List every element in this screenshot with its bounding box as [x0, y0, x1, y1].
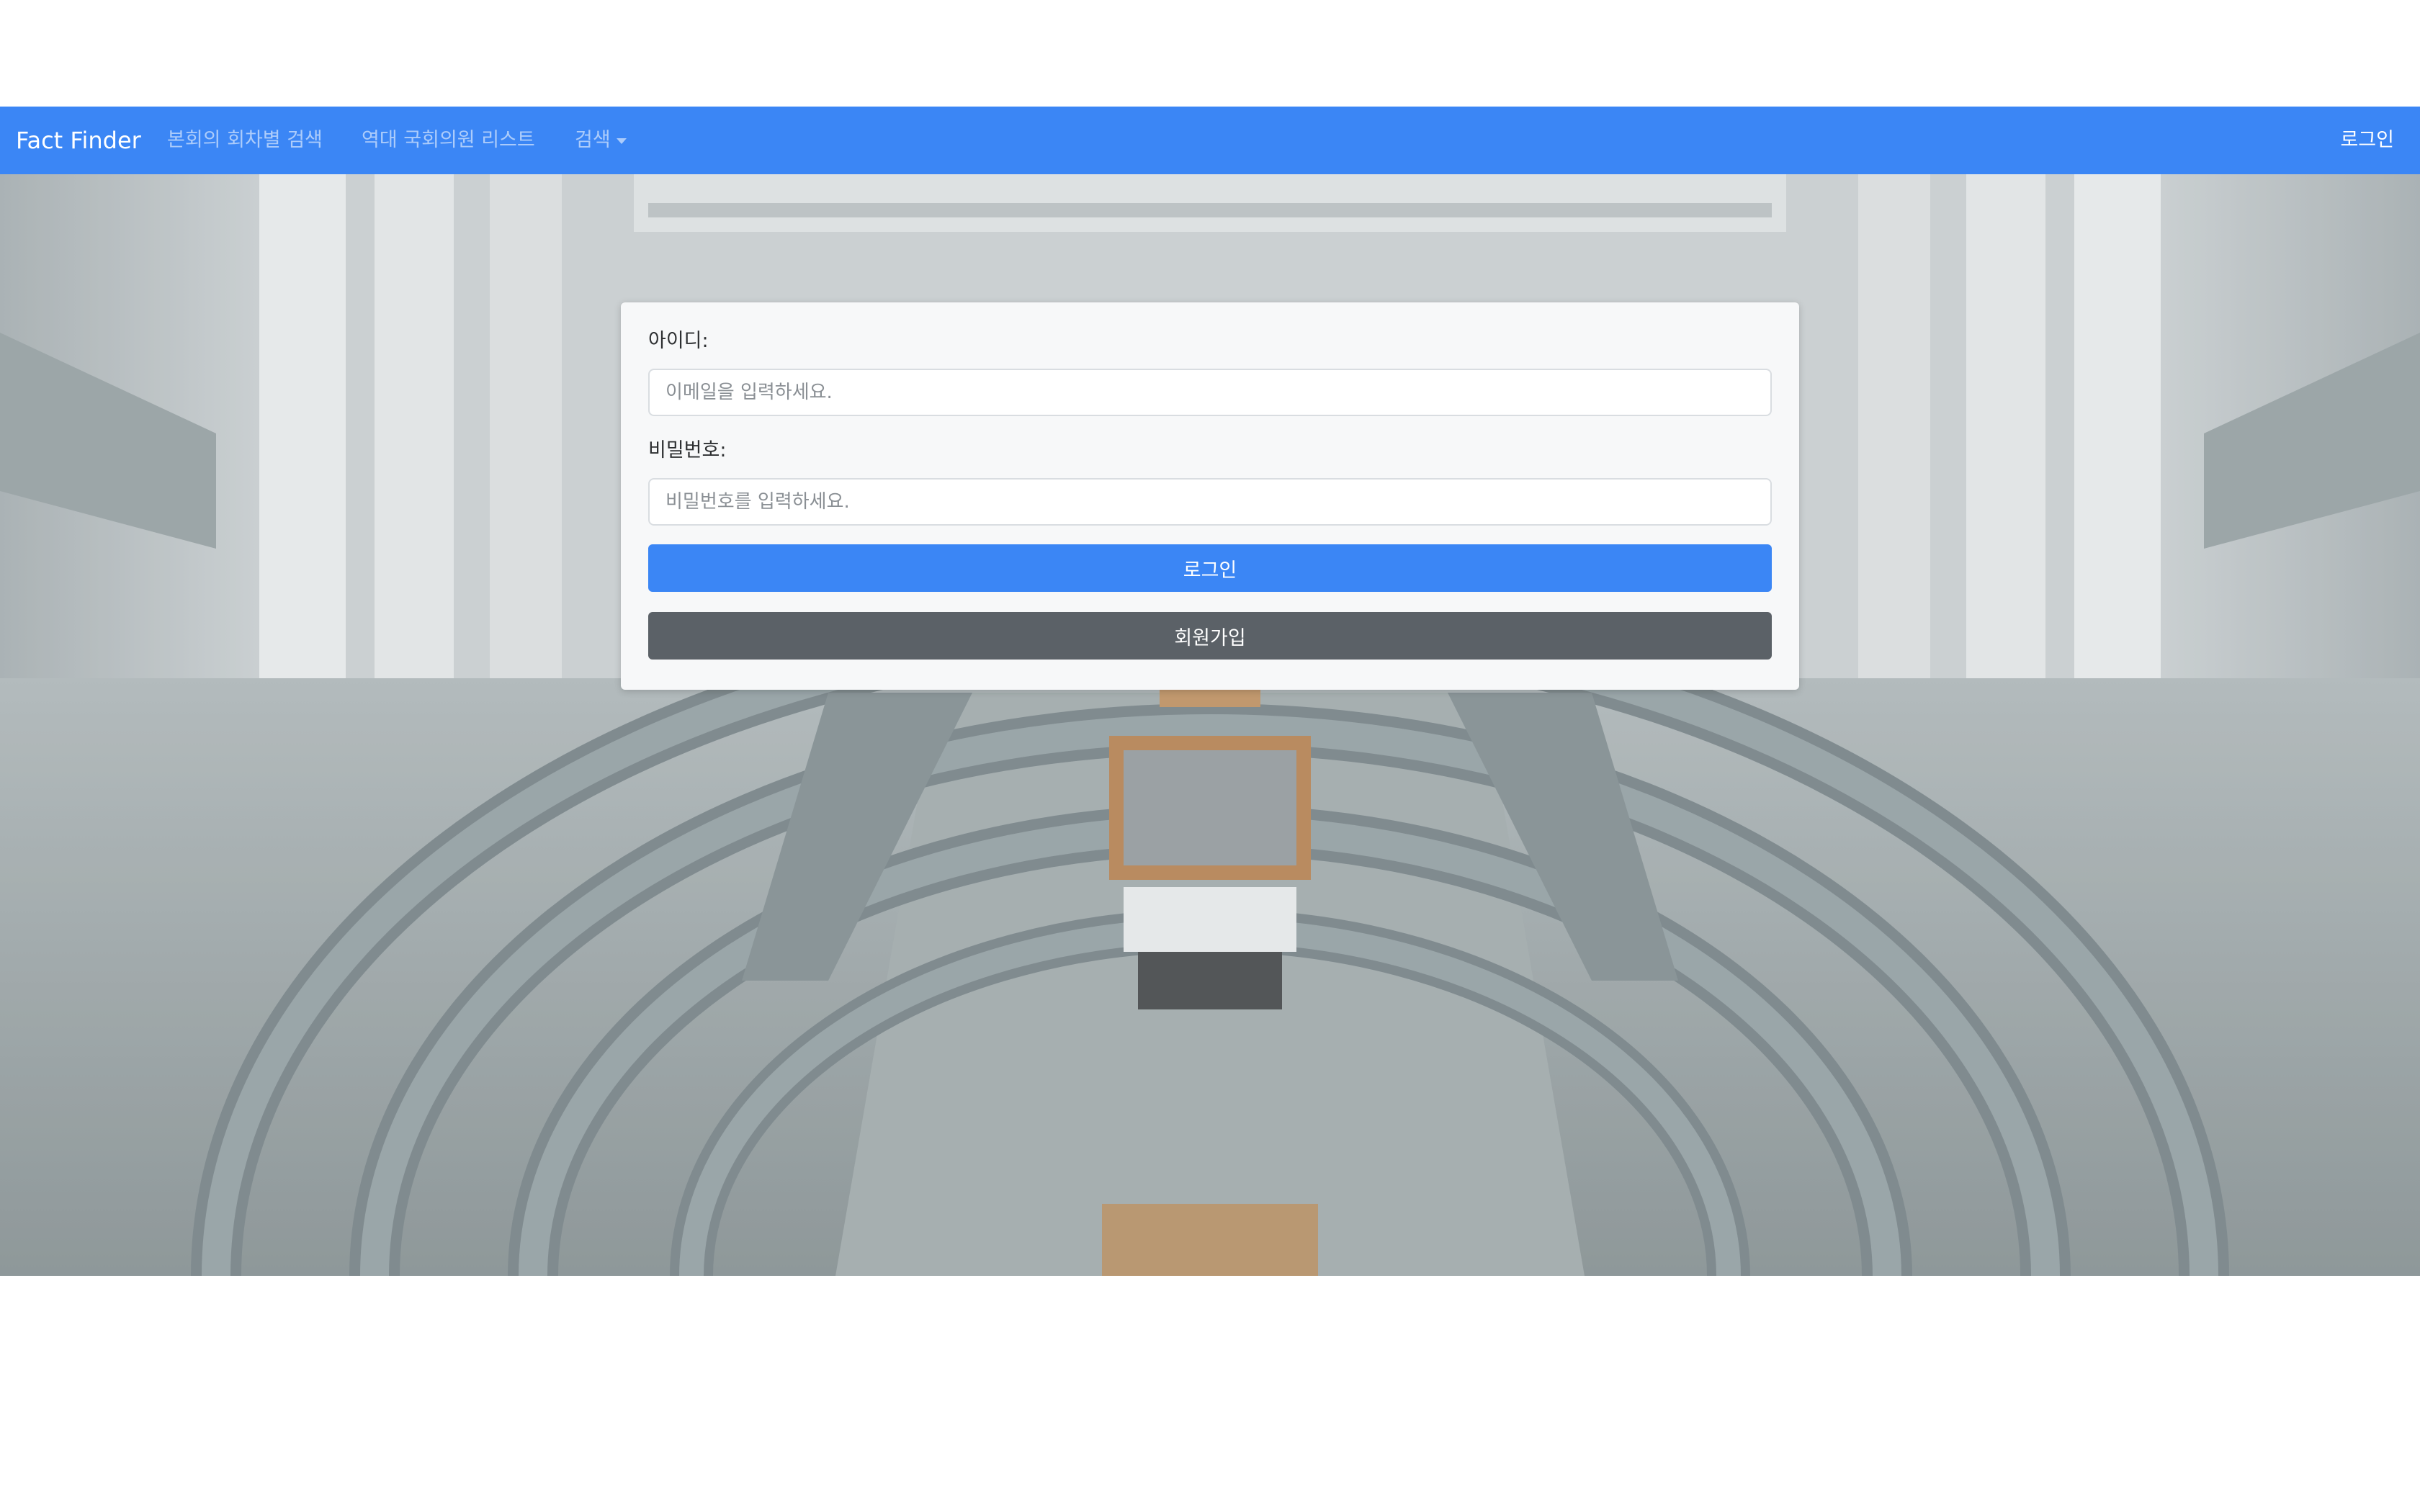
- top-navbar: Fact Finder 본회의 회차별 검색 역대 국회의원 리스트 검색 로그…: [0, 107, 2420, 174]
- brand-logo[interactable]: Fact Finder: [16, 122, 141, 158]
- nav-link-member-list[interactable]: 역대 국회의원 리스트: [362, 124, 535, 157]
- page-viewport: Fact Finder 본회의 회차별 검색 역대 국회의원 리스트 검색 로그…: [0, 107, 2420, 1276]
- nav-dropdown-search[interactable]: 검색: [575, 124, 627, 157]
- caret-down-icon: [616, 138, 627, 144]
- password-input[interactable]: [648, 478, 1772, 526]
- password-label: 비밀번호:: [648, 439, 727, 462]
- signup-button[interactable]: 회원가입: [648, 612, 1772, 660]
- login-button[interactable]: 로그인: [648, 544, 1772, 592]
- nav-link-session-search[interactable]: 본회의 회차별 검색: [167, 124, 323, 157]
- email-input[interactable]: [648, 369, 1772, 416]
- hero-background-image: 아이디: 비밀번호: 로그인 회원가입: [0, 174, 2420, 1276]
- nav-login-link[interactable]: 로그인: [2340, 124, 2394, 157]
- id-label: 아이디:: [648, 330, 709, 352]
- login-card: 아이디: 비밀번호: 로그인 회원가입: [621, 302, 1799, 690]
- nav-dropdown-label: 검색: [575, 129, 611, 151]
